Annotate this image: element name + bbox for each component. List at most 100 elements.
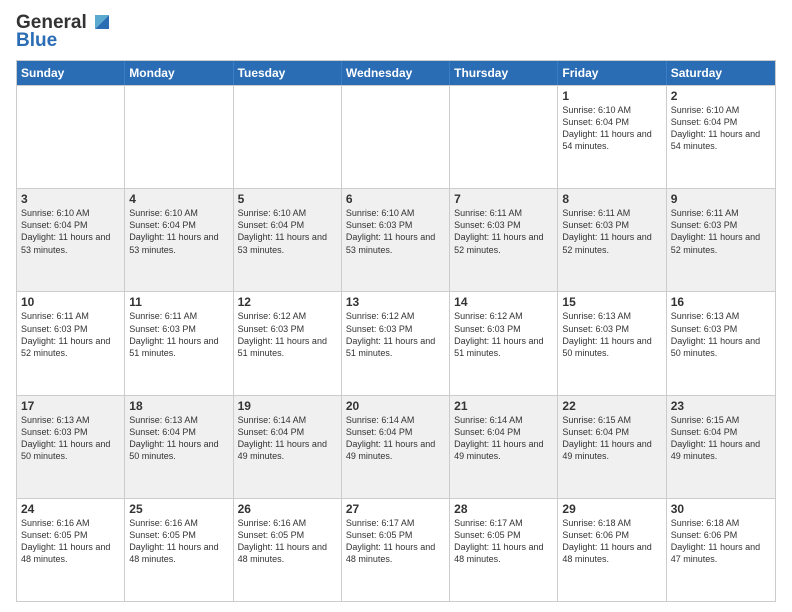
cal-cell-30: 30Sunrise: 6:18 AM Sunset: 6:06 PM Dayli… [667,499,775,601]
cell-content: Sunrise: 6:16 AM Sunset: 6:05 PM Dayligh… [238,517,337,566]
cell-content: Sunrise: 6:12 AM Sunset: 6:03 PM Dayligh… [238,310,337,359]
header-cell-wednesday: Wednesday [342,61,450,85]
cell-content: Sunrise: 6:14 AM Sunset: 6:04 PM Dayligh… [454,414,553,463]
day-number: 13 [346,295,445,309]
cell-content: Sunrise: 6:16 AM Sunset: 6:05 PM Dayligh… [21,517,120,566]
cell-content: Sunrise: 6:13 AM Sunset: 6:04 PM Dayligh… [129,414,228,463]
day-number: 20 [346,399,445,413]
day-number: 9 [671,192,771,206]
cell-content: Sunrise: 6:11 AM Sunset: 6:03 PM Dayligh… [454,207,553,256]
cell-content: Sunrise: 6:17 AM Sunset: 6:05 PM Dayligh… [346,517,445,566]
cal-cell-22: 22Sunrise: 6:15 AM Sunset: 6:04 PM Dayli… [558,396,666,498]
header-cell-sunday: Sunday [17,61,125,85]
calendar: SundayMondayTuesdayWednesdayThursdayFrid… [16,60,776,602]
cal-cell-26: 26Sunrise: 6:16 AM Sunset: 6:05 PM Dayli… [234,499,342,601]
day-number: 14 [454,295,553,309]
day-number: 5 [238,192,337,206]
cal-cell-empty-0-3 [342,86,450,188]
cal-cell-empty-0-2 [234,86,342,188]
cell-content: Sunrise: 6:18 AM Sunset: 6:06 PM Dayligh… [562,517,661,566]
day-number: 11 [129,295,228,309]
cal-cell-empty-0-1 [125,86,233,188]
calendar-header-row: SundayMondayTuesdayWednesdayThursdayFrid… [17,61,775,85]
day-number: 8 [562,192,661,206]
day-number: 23 [671,399,771,413]
cal-cell-18: 18Sunrise: 6:13 AM Sunset: 6:04 PM Dayli… [125,396,233,498]
page: General Blue SundayMondayTuesdayWednesda… [0,0,792,612]
cal-cell-5: 5Sunrise: 6:10 AM Sunset: 6:04 PM Daylig… [234,189,342,291]
header-cell-thursday: Thursday [450,61,558,85]
day-number: 24 [21,502,120,516]
cell-content: Sunrise: 6:13 AM Sunset: 6:03 PM Dayligh… [21,414,120,463]
cal-cell-29: 29Sunrise: 6:18 AM Sunset: 6:06 PM Dayli… [558,499,666,601]
day-number: 10 [21,295,120,309]
cell-content: Sunrise: 6:10 AM Sunset: 6:03 PM Dayligh… [346,207,445,256]
cell-content: Sunrise: 6:12 AM Sunset: 6:03 PM Dayligh… [454,310,553,359]
logo-triangle-icon [91,11,113,33]
day-number: 19 [238,399,337,413]
cal-cell-7: 7Sunrise: 6:11 AM Sunset: 6:03 PM Daylig… [450,189,558,291]
cal-cell-27: 27Sunrise: 6:17 AM Sunset: 6:05 PM Dayli… [342,499,450,601]
cal-cell-24: 24Sunrise: 6:16 AM Sunset: 6:05 PM Dayli… [17,499,125,601]
day-number: 28 [454,502,553,516]
cal-cell-1: 1Sunrise: 6:10 AM Sunset: 6:04 PM Daylig… [558,86,666,188]
cell-content: Sunrise: 6:15 AM Sunset: 6:04 PM Dayligh… [562,414,661,463]
day-number: 4 [129,192,228,206]
cell-content: Sunrise: 6:13 AM Sunset: 6:03 PM Dayligh… [671,310,771,359]
cell-content: Sunrise: 6:10 AM Sunset: 6:04 PM Dayligh… [562,104,661,153]
day-number: 15 [562,295,661,309]
cell-content: Sunrise: 6:11 AM Sunset: 6:03 PM Dayligh… [671,207,771,256]
logo: General Blue [16,12,113,52]
cal-cell-6: 6Sunrise: 6:10 AM Sunset: 6:03 PM Daylig… [342,189,450,291]
header-cell-saturday: Saturday [667,61,775,85]
header-cell-tuesday: Tuesday [234,61,342,85]
calendar-week-2: 3 Sunrise: 6:10 AM Sunset: 6:04 PM Daylig… [17,188,775,291]
cell-content: Sunrise: 6:11 AM Sunset: 6:03 PM Dayligh… [21,310,120,359]
day-number: 17 [21,399,120,413]
cal-cell-20: 20Sunrise: 6:14 AM Sunset: 6:04 PM Dayli… [342,396,450,498]
cal-cell-9: 9Sunrise: 6:11 AM Sunset: 6:03 PM Daylig… [667,189,775,291]
cal-cell-empty-0-0 [17,86,125,188]
day-number: 22 [562,399,661,413]
cal-cell-11: 11Sunrise: 6:11 AM Sunset: 6:03 PM Dayli… [125,292,233,394]
day-number: 7 [454,192,553,206]
day-number: 1 [562,89,661,103]
cal-cell-3: 3Sunrise: 6:10 AM Sunset: 6:04 PM Daylig… [17,189,125,291]
cal-cell-17: 17Sunrise: 6:13 AM Sunset: 6:03 PM Dayli… [17,396,125,498]
calendar-week-3: 10Sunrise: 6:11 AM Sunset: 6:03 PM Dayli… [17,291,775,394]
cell-content: Sunrise: 6:11 AM Sunset: 6:03 PM Dayligh… [562,207,661,256]
day-number: 12 [238,295,337,309]
cell-content: Sunrise: 6:18 AM Sunset: 6:06 PM Dayligh… [671,517,771,566]
cal-cell-8: 8Sunrise: 6:11 AM Sunset: 6:03 PM Daylig… [558,189,666,291]
logo-blue: Blue [16,30,57,52]
cell-content: Sunrise: 6:11 AM Sunset: 6:03 PM Dayligh… [129,310,228,359]
calendar-week-1: 1Sunrise: 6:10 AM Sunset: 6:04 PM Daylig… [17,85,775,188]
cal-cell-23: 23Sunrise: 6:15 AM Sunset: 6:04 PM Dayli… [667,396,775,498]
cal-cell-empty-0-4 [450,86,558,188]
header: General Blue [16,12,776,52]
cal-cell-25: 25Sunrise: 6:16 AM Sunset: 6:05 PM Dayli… [125,499,233,601]
cell-content: Sunrise: 6:14 AM Sunset: 6:04 PM Dayligh… [346,414,445,463]
day-number: 16 [671,295,771,309]
cal-cell-19: 19Sunrise: 6:14 AM Sunset: 6:04 PM Dayli… [234,396,342,498]
day-number: 21 [454,399,553,413]
day-number: 26 [238,502,337,516]
cal-cell-28: 28Sunrise: 6:17 AM Sunset: 6:05 PM Dayli… [450,499,558,601]
header-cell-friday: Friday [558,61,666,85]
day-number: 6 [346,192,445,206]
cal-cell-15: 15Sunrise: 6:13 AM Sunset: 6:03 PM Dayli… [558,292,666,394]
cell-content: Sunrise: 6:16 AM Sunset: 6:05 PM Dayligh… [129,517,228,566]
day-number: 2 [671,89,771,103]
cell-content: Sunrise: 6:10 AM Sunset: 6:04 PM Dayligh… [129,207,228,256]
cell-content: Sunrise: 6:12 AM Sunset: 6:03 PM Dayligh… [346,310,445,359]
day-number: 3 [21,192,120,206]
header-cell-monday: Monday [125,61,233,85]
cell-content: Sunrise: 6:10 AM Sunset: 6:04 PM Dayligh… [671,104,771,153]
day-number: 27 [346,502,445,516]
day-number: 30 [671,502,771,516]
cal-cell-16: 16Sunrise: 6:13 AM Sunset: 6:03 PM Dayli… [667,292,775,394]
cal-cell-2: 2Sunrise: 6:10 AM Sunset: 6:04 PM Daylig… [667,86,775,188]
cal-cell-12: 12Sunrise: 6:12 AM Sunset: 6:03 PM Dayli… [234,292,342,394]
cell-content: Sunrise: 6:17 AM Sunset: 6:05 PM Dayligh… [454,517,553,566]
day-number: 25 [129,502,228,516]
